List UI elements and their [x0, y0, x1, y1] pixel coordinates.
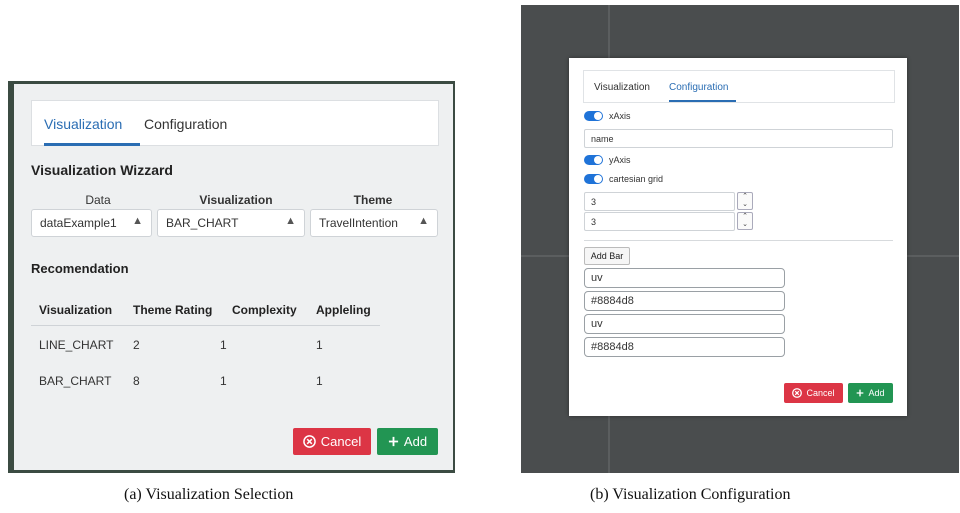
- data-select[interactable]: dataExample1 ▲︎: [31, 209, 152, 237]
- table-cell: BAR_CHART: [39, 374, 112, 388]
- theme-select-value: TravelIntention: [319, 216, 398, 230]
- grid-spinner-1[interactable]: 3: [584, 192, 735, 211]
- select-arrows-icon: ▲︎: [418, 215, 429, 227]
- cancel-button[interactable]: Cancel: [293, 428, 371, 455]
- theme-column-header: Theme: [353, 193, 393, 207]
- table-cell: 2: [133, 338, 140, 352]
- xaxis-toggle[interactable]: [584, 111, 603, 121]
- select-arrows-icon: ▲︎: [285, 215, 296, 227]
- table-header-complexity: Complexity: [232, 303, 297, 317]
- spinner-arrows-icon[interactable]: ⌃ ⌄: [737, 212, 753, 230]
- tab-visualization[interactable]: Visualization: [594, 82, 650, 93]
- data-select-value: dataExample1: [40, 216, 117, 230]
- data-column-header: Data: [85, 193, 111, 207]
- table-header-appleling: Appleling: [316, 303, 371, 317]
- table-header-visualization: Visualization: [39, 303, 113, 317]
- panel-b-tabs: Visualization Configuration: [583, 70, 895, 103]
- cancel-circle-icon: [302, 435, 316, 448]
- add-label: Add: [868, 388, 885, 398]
- cancel-label: Cancel: [320, 434, 362, 449]
- cartesian-grid-label: cartesian grid: [609, 174, 664, 184]
- bar-color-field[interactable]: #8884d8: [584, 291, 785, 311]
- panel-a-tabs: Visualization Configuration: [31, 100, 439, 146]
- tab-configuration[interactable]: Configuration: [144, 116, 227, 132]
- recommendation-title: Recomendation: [31, 261, 129, 276]
- theme-select[interactable]: TravelIntention ▲︎: [310, 209, 438, 237]
- spinner-arrows-icon[interactable]: ⌃ ⌄: [737, 192, 753, 210]
- active-tab-underline: [44, 143, 140, 146]
- add-button[interactable]: Add: [377, 428, 438, 455]
- xaxis-key-field[interactable]: name: [584, 129, 893, 148]
- table-cell: 1: [316, 338, 323, 352]
- add-button[interactable]: Add: [848, 383, 893, 403]
- select-arrows-icon: ▲︎: [132, 215, 143, 227]
- table-cell: LINE_CHART: [39, 338, 114, 352]
- table-cell: 1: [316, 374, 323, 388]
- yaxis-label: yAxis: [609, 155, 631, 165]
- add-bar-button[interactable]: Add Bar: [584, 247, 630, 265]
- bar-key-field[interactable]: uv: [584, 268, 785, 288]
- visualization-select-value: BAR_CHART: [166, 216, 239, 230]
- visualization-column-header: Visualization: [199, 193, 273, 207]
- table-header-theme-rating: Theme Rating: [133, 303, 213, 317]
- tab-visualization[interactable]: Visualization: [44, 116, 122, 132]
- caption-b: (b) Visualization Configuration: [590, 486, 791, 503]
- tab-configuration[interactable]: Configuration: [669, 82, 728, 93]
- section-divider: [584, 240, 893, 241]
- cancel-label: Cancel: [806, 388, 835, 398]
- wizard-title: Visualization Wizzard: [31, 162, 173, 178]
- add-label: Add: [403, 434, 428, 449]
- grid-spinner-2[interactable]: 3: [584, 212, 735, 231]
- active-tab-underline: [669, 100, 736, 102]
- plus-icon: [388, 436, 399, 447]
- cancel-button[interactable]: Cancel: [784, 383, 843, 403]
- table-cell: 1: [220, 338, 227, 352]
- bar-key-field[interactable]: uv: [584, 314, 785, 334]
- table-cell: 8: [133, 374, 140, 388]
- table-cell: 1: [220, 374, 227, 388]
- cartesian-grid-toggle[interactable]: [584, 174, 603, 184]
- cancel-circle-icon: [792, 388, 803, 398]
- yaxis-toggle[interactable]: [584, 155, 603, 165]
- table-divider: [31, 325, 380, 326]
- caption-a: (a) Visualization Selection: [124, 486, 294, 503]
- bar-color-field[interactable]: #8884d8: [584, 337, 785, 357]
- xaxis-label: xAxis: [609, 111, 631, 121]
- visualization-select[interactable]: BAR_CHART ▲︎: [157, 209, 305, 237]
- plus-icon: [856, 389, 864, 397]
